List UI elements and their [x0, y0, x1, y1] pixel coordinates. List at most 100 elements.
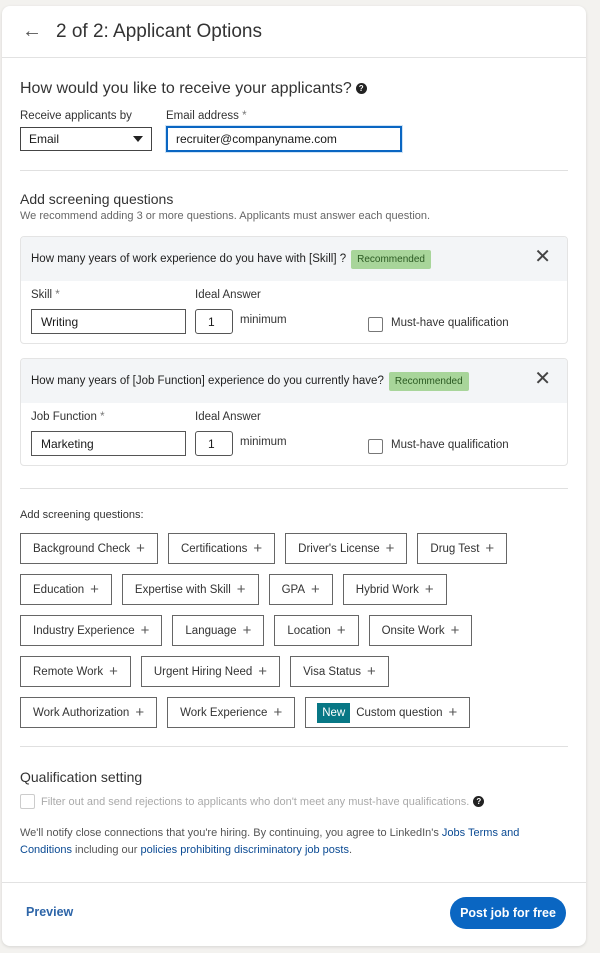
skill-input[interactable]: Writing: [31, 309, 186, 334]
ideal-answer-input[interactable]: 1: [195, 431, 233, 456]
chip-language[interactable]: Language +: [172, 615, 265, 646]
question-text: How many years of [Job Function] experie…: [31, 375, 384, 387]
chip-gpa[interactable]: GPA +: [268, 574, 333, 605]
minimum-label: minimum: [240, 436, 287, 448]
chip-hybrid-work[interactable]: Hybrid Work +: [342, 574, 447, 605]
discrimination-policy-link[interactable]: policies prohibiting discriminatory job …: [140, 844, 348, 856]
chip-label: Custom question: [356, 706, 443, 719]
receive-method-label: Receive applicants by: [20, 110, 132, 122]
plus-icon: +: [336, 622, 346, 639]
question-circle-icon[interactable]: ?: [473, 796, 485, 808]
chip-work-experience[interactable]: Work Experience +: [167, 697, 296, 728]
page-title: 2 of 2: Applicant Options: [56, 20, 262, 42]
receive-section: How would you like to receive your appli…: [2, 58, 586, 152]
chip-label: Onsite Work: [381, 624, 445, 637]
chip-work-authorization[interactable]: Work Authorization +: [20, 697, 158, 728]
chip-label: Urgent Hiring Need: [153, 665, 253, 678]
plus-icon: +: [273, 704, 283, 721]
plus-icon: +: [424, 581, 434, 598]
chip-drivers-license[interactable]: Driver's License +: [285, 533, 408, 564]
legal-text-part: We'll notify close connections that you'…: [20, 827, 442, 839]
minimum-label: minimum: [240, 314, 287, 326]
chip-drug-test[interactable]: Drug Test +: [417, 533, 508, 564]
job-post-dialog: ← 2 of 2: Applicant Options How would yo…: [2, 6, 586, 946]
chip-certifications[interactable]: Certifications +: [167, 533, 276, 564]
chip-visa-status[interactable]: Visa Status +: [290, 656, 389, 687]
job-function-label: Job Function: [31, 411, 97, 423]
plus-icon: +: [253, 540, 263, 557]
preview-button[interactable]: Preview: [26, 905, 73, 919]
must-have-checkbox[interactable]: [368, 317, 383, 332]
plus-icon: +: [485, 540, 495, 557]
required-mark: *: [242, 110, 247, 122]
receive-method-select[interactable]: Email: [20, 127, 152, 151]
arrow-left-icon[interactable]: ←: [22, 20, 42, 43]
chip-label: Education: [33, 583, 85, 596]
screening-heading: Add screening questions: [20, 191, 174, 207]
plus-icon: +: [450, 622, 460, 639]
chip-label: Work Authorization: [33, 706, 130, 719]
chip-location[interactable]: Location +: [274, 615, 359, 646]
chip-expertise-with-skill[interactable]: Expertise with Skill +: [121, 574, 259, 605]
chip-label: Remote Work: [33, 665, 104, 678]
dialog-header: ← 2 of 2: Applicant Options: [2, 6, 586, 58]
chip-industry-experience[interactable]: Industry Experience +: [20, 615, 163, 646]
chip-education[interactable]: Education +: [20, 574, 112, 605]
screening-subtitle: We recommend adding 3 or more questions.…: [20, 210, 431, 222]
question-text: How many years of work experience do you…: [31, 253, 347, 265]
receive-method-value: Email: [29, 132, 60, 146]
qualification-heading: Qualification setting: [20, 769, 143, 785]
plus-icon: +: [140, 622, 150, 639]
chip-background-check[interactable]: Background Check +: [20, 533, 158, 564]
plus-icon: +: [135, 704, 145, 721]
chip-label: Location: [287, 624, 331, 637]
must-have-label: Must-have qualification: [391, 439, 509, 451]
chip-label: Background Check: [33, 542, 131, 555]
question-chip-list: Background Check + Certifications + Driver…: [2, 533, 542, 728]
legal-text: We'll notify close connections that you'…: [20, 825, 568, 859]
close-icon[interactable]: ✕: [534, 247, 551, 267]
email-field[interactable]: recruiter@companyname.com: [166, 126, 402, 152]
plus-icon: +: [109, 663, 118, 680]
job-function-input[interactable]: Marketing: [31, 431, 186, 456]
filter-checkbox[interactable]: [20, 794, 35, 810]
chip-label: Visa Status: [303, 665, 362, 678]
plus-icon: +: [311, 581, 320, 598]
close-icon[interactable]: ✕: [534, 369, 551, 389]
qualification-section: Qualification setting Filter out and sen…: [2, 747, 586, 859]
chip-label: Expertise with Skill: [134, 583, 231, 596]
chip-label: Certifications: [180, 542, 248, 555]
new-badge: New: [317, 702, 351, 723]
question-circle-icon[interactable]: ?: [355, 83, 367, 95]
filter-label: Filter out and send rejections to applic…: [41, 795, 470, 808]
chip-label: GPA: [281, 583, 305, 596]
receive-heading: How would you like to receive your appli…: [20, 80, 352, 97]
chip-onsite-work[interactable]: Onsite Work +: [368, 615, 473, 646]
screening-question-card: How many years of work experience do you…: [20, 236, 568, 344]
ideal-answer-input[interactable]: 1: [195, 309, 233, 334]
recommended-badge: Recommended: [388, 371, 469, 391]
post-job-button[interactable]: Post job for free: [450, 897, 566, 929]
chip-custom-question[interactable]: New Custom question +: [305, 697, 471, 728]
plus-icon: +: [136, 540, 145, 557]
skill-label: Skill: [31, 289, 53, 301]
chip-label: Driver's License: [298, 542, 380, 555]
ideal-answer-label: Ideal Answer: [195, 411, 261, 423]
legal-text-part: including our: [71, 844, 141, 856]
must-have-checkbox[interactable]: [368, 439, 383, 454]
plus-icon: +: [242, 622, 252, 639]
chip-label: Language: [185, 624, 237, 637]
screening-question-card: How many years of [Job Function] experie…: [20, 358, 568, 466]
plus-icon: +: [90, 581, 99, 598]
chip-remote-work[interactable]: Remote Work +: [20, 656, 131, 687]
plus-icon: +: [385, 540, 395, 557]
ideal-answer-label: Ideal Answer: [195, 289, 261, 301]
plus-icon: +: [258, 663, 268, 680]
required-mark: *: [55, 289, 60, 301]
chip-label: Drug Test: [430, 542, 480, 555]
required-mark: *: [100, 411, 105, 423]
caret-down-icon: [133, 136, 143, 142]
chip-urgent-hiring-need[interactable]: Urgent Hiring Need +: [140, 656, 281, 687]
plus-icon: +: [236, 581, 246, 598]
chip-label: Hybrid Work: [355, 583, 419, 596]
